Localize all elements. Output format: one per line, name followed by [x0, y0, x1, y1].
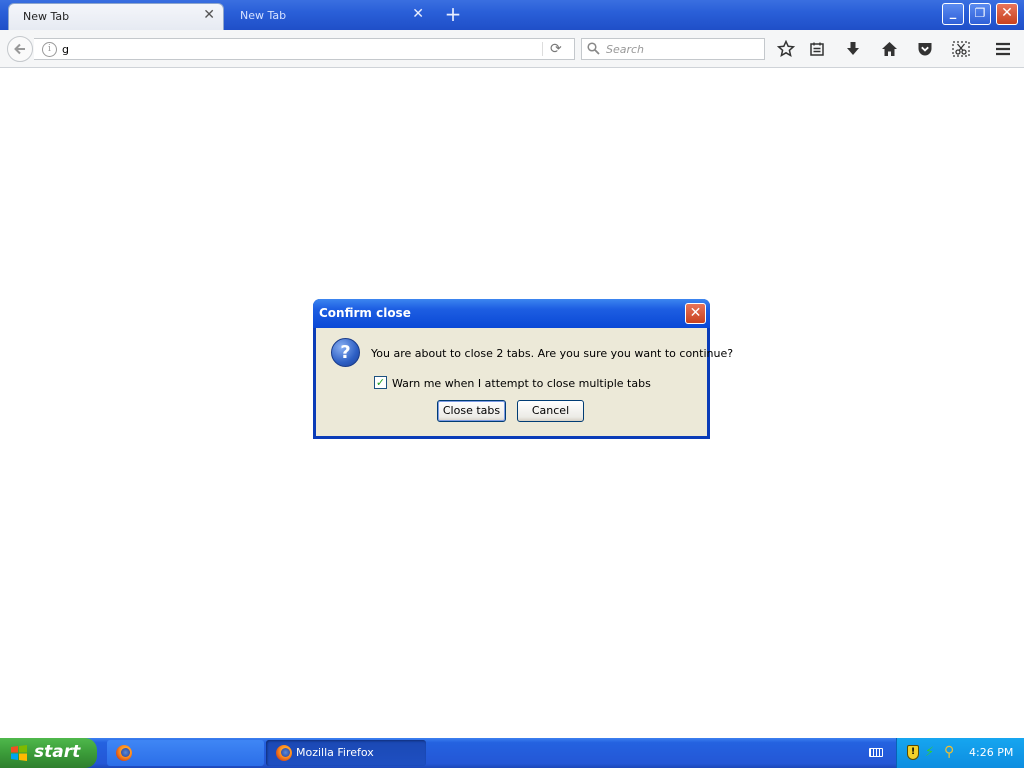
search-icon — [587, 42, 600, 55]
restore-button[interactable]: ❐ — [969, 3, 991, 25]
dialog-close-button[interactable]: ✕ — [685, 303, 706, 324]
quick-launch-firefox[interactable] — [107, 740, 264, 766]
tab-label: New Tab — [23, 10, 70, 23]
url-input[interactable] — [62, 41, 542, 57]
clock[interactable]: 4:26 PM — [969, 746, 1013, 759]
cancel-button[interactable]: Cancel — [517, 400, 584, 422]
tab-new-tab-active[interactable]: New Tab ✕ — [8, 3, 224, 30]
firefox-icon — [276, 745, 292, 761]
tab-close-icon[interactable]: ✕ — [412, 7, 424, 21]
dialog-message: You are about to close 2 tabs. Are you s… — [371, 347, 734, 360]
url-bar[interactable]: i ⟳ — [34, 38, 575, 60]
tab-close-icon[interactable]: ✕ — [203, 8, 215, 22]
warn-checkbox-label[interactable]: Warn me when I attempt to close multiple… — [392, 377, 651, 390]
browser-title-bar: New Tab ✕ New Tab ✕ + _ ❐ ✕ — [0, 0, 1024, 30]
bookmark-star-icon[interactable] — [775, 38, 797, 60]
warn-checkbox[interactable]: ✓ — [374, 376, 387, 389]
system-tray: ! ⚡ ⚲ 4:26 PM — [896, 738, 1024, 768]
close-tabs-button[interactable]: Close tabs — [437, 400, 506, 422]
back-button[interactable] — [7, 36, 33, 62]
screenshot-icon[interactable] — [950, 38, 972, 60]
windows-logo-icon — [11, 745, 27, 761]
pocket-icon[interactable] — [914, 38, 936, 60]
reading-list-icon[interactable] — [806, 38, 828, 60]
tab-new-tab[interactable]: New Tab ✕ — [226, 3, 432, 30]
start-label: start — [34, 742, 81, 762]
search-bar[interactable] — [581, 38, 765, 60]
confirm-close-dialog: Confirm close ✕ ? You are about to close… — [313, 299, 733, 439]
hamburger-menu-icon[interactable] — [992, 38, 1014, 60]
start-button[interactable]: start — [0, 738, 97, 768]
taskbar: start Mozilla Firefox ! ⚡ ⚲ 4:26 PM — [0, 738, 1024, 768]
info-icon[interactable]: i — [42, 42, 57, 57]
window-close-button[interactable]: ✕ — [996, 3, 1018, 25]
dialog-title: Confirm close — [319, 306, 411, 320]
reload-icon[interactable]: ⟳ — [550, 40, 562, 58]
navigation-toolbar: i ⟳ — [0, 30, 1024, 68]
back-arrow-icon — [14, 43, 25, 55]
minimize-button[interactable]: _ — [942, 3, 964, 25]
security-shield-icon[interactable]: ! — [907, 745, 919, 760]
taskbar-window-firefox[interactable]: Mozilla Firefox — [266, 740, 426, 766]
tab-label: New Tab — [240, 9, 287, 22]
download-icon[interactable] — [842, 38, 864, 60]
search-input[interactable] — [606, 41, 756, 57]
search-tray-icon[interactable]: ⚲ — [944, 745, 958, 760]
question-icon: ? — [331, 338, 360, 367]
network-icon[interactable]: ⚡ — [925, 745, 939, 760]
taskbar-window-label: Mozilla Firefox — [296, 746, 374, 759]
dialog-title-bar[interactable]: Confirm close ✕ — [313, 299, 710, 328]
new-tab-button[interactable]: + — [443, 4, 463, 26]
url-bar-divider — [542, 42, 543, 56]
home-icon[interactable] — [878, 38, 900, 60]
firefox-icon — [116, 745, 132, 761]
keyboard-icon[interactable] — [869, 748, 883, 757]
